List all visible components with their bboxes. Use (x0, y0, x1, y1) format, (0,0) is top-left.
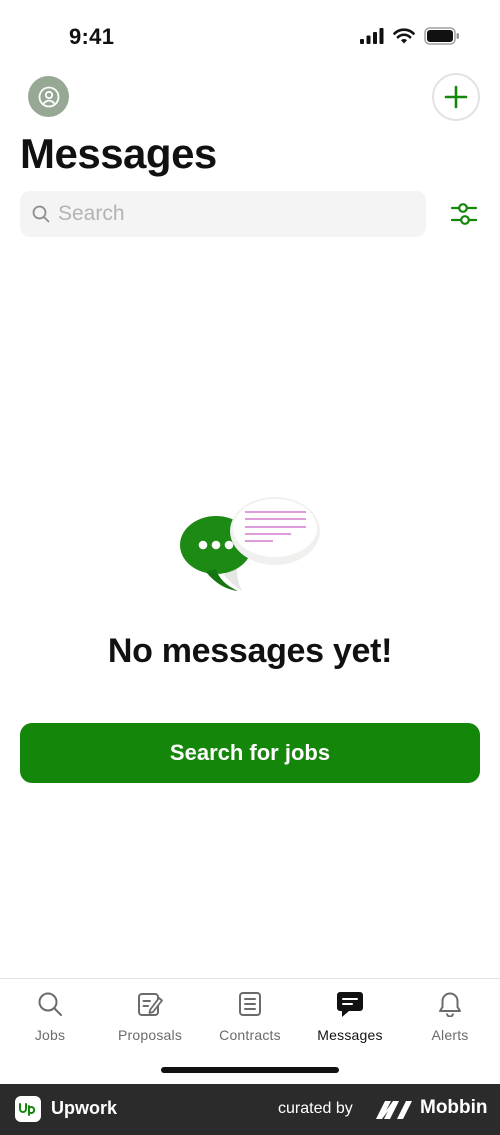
search-input[interactable] (58, 202, 398, 226)
page-title: Messages (20, 130, 217, 177)
search-icon (35, 989, 65, 1019)
contracts-icon (235, 989, 265, 1019)
search-for-jobs-button[interactable]: Search for jobs (20, 723, 480, 783)
tab-proposals[interactable]: Proposals (100, 989, 200, 1043)
tab-contracts[interactable]: Contracts (200, 989, 300, 1043)
plus-icon (444, 85, 468, 109)
status-icons (360, 27, 460, 45)
status-bar: 9:41 (0, 0, 500, 70)
tab-label: Messages (317, 1027, 383, 1043)
new-message-button[interactable] (432, 73, 480, 121)
proposals-icon (135, 989, 165, 1019)
filter-button[interactable] (450, 199, 478, 229)
tab-messages[interactable]: Messages (300, 989, 400, 1043)
curated-by-label: curated by (278, 1100, 353, 1117)
tab-label: Proposals (117, 1027, 183, 1043)
bell-icon (435, 989, 465, 1019)
mobbin-logo-icon (376, 1101, 412, 1119)
status-time: 9:41 (69, 24, 115, 49)
search-bar[interactable] (20, 191, 426, 237)
messages-icon (335, 989, 365, 1019)
upwork-brand-name: Upwork (51, 1098, 118, 1118)
filter-sliders-icon (450, 203, 478, 225)
empty-state-title: No messages yet! (107, 632, 393, 670)
tab-jobs[interactable]: Jobs (0, 989, 100, 1043)
home-indicator (161, 1067, 339, 1073)
wifi-icon (393, 28, 415, 44)
battery-icon (424, 27, 459, 45)
cellular-signal-icon (360, 28, 384, 44)
tab-label: Alerts (431, 1027, 469, 1043)
footer-bar: Upwork curated by Mobbin (0, 1084, 500, 1135)
upwork-logo-icon (15, 1096, 41, 1122)
search-icon (32, 205, 50, 223)
profile-avatar-button[interactable] (28, 76, 69, 117)
tab-label: Jobs (34, 1027, 66, 1043)
tab-alerts[interactable]: Alerts (400, 989, 500, 1043)
tab-label: Contracts (219, 1027, 281, 1043)
mobbin-brand-name: Mobbin (420, 1097, 488, 1118)
chat-bubbles-illustration (180, 497, 320, 591)
user-icon (38, 86, 59, 107)
